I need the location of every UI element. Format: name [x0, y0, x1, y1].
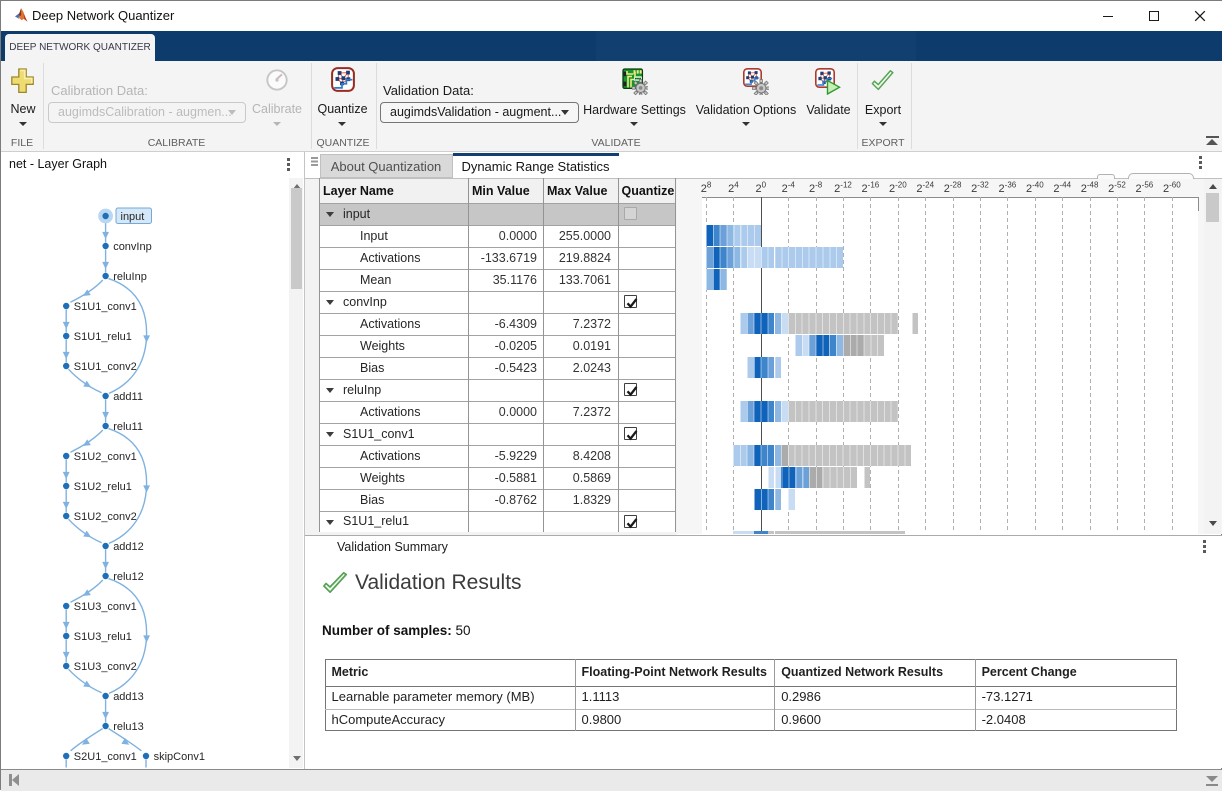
svg-text:S1U3_conv2: S1U3_conv2 [74, 661, 137, 673]
svg-text:add12: add12 [113, 541, 144, 553]
svg-text:skipConv1: skipConv1 [154, 751, 205, 763]
svg-text:S1U2_conv1: S1U2_conv1 [74, 451, 137, 463]
svg-text:S2U1_conv1: S2U1_conv1 [74, 751, 137, 763]
svg-text:relu11: relu11 [113, 421, 143, 433]
svg-text:relu13: relu13 [113, 721, 144, 733]
svg-text:S1U2_relu1: S1U2_relu1 [74, 481, 132, 493]
svg-text:add11: add11 [113, 391, 143, 403]
svg-text:add13: add13 [113, 691, 144, 703]
svg-text:S1U1_relu1: S1U1_relu1 [74, 331, 132, 343]
svg-text:reluInp: reluInp [113, 271, 147, 283]
svg-text:S1U1_conv2: S1U1_conv2 [74, 361, 137, 373]
svg-text:relu12: relu12 [113, 571, 144, 583]
svg-text:convInp: convInp [113, 241, 152, 253]
svg-text:S1U2_conv2: S1U2_conv2 [74, 511, 137, 523]
svg-text:S1U1_conv1: S1U1_conv1 [74, 301, 137, 313]
svg-text:input: input [121, 211, 145, 223]
svg-text:S1U3_relu1: S1U3_relu1 [74, 631, 132, 643]
svg-text:S1U3_conv1: S1U3_conv1 [74, 601, 137, 613]
